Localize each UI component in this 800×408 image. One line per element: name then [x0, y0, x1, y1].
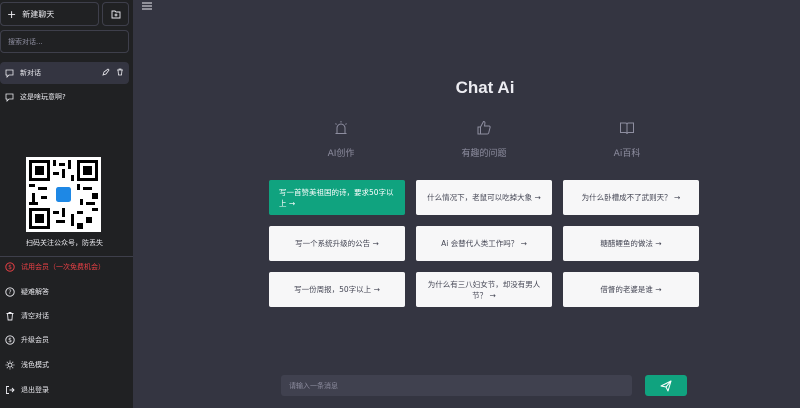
page-title: Chat Ai: [455, 78, 515, 97]
new-chat-button[interactable]: + 新建聊天: [0, 2, 99, 26]
category-label: 有趣的问题: [461, 149, 507, 159]
chat-bubble-icon: [5, 93, 14, 102]
menu-label: 清空对话: [21, 312, 49, 320]
svg-text:?: ?: [8, 289, 11, 296]
thumbs-up-icon: [477, 120, 491, 135]
folder-plus-icon: [111, 10, 120, 18]
trash-icon[interactable]: [116, 68, 124, 76]
message-input[interactable]: 请输入一条消息: [281, 375, 632, 396]
prompt-card[interactable]: 写一首赞美祖国的诗，要求50字以上 →: [269, 180, 405, 215]
category-label: AI创作: [327, 149, 355, 159]
new-chat-label: 新建聊天: [22, 9, 55, 19]
prompt-card[interactable]: 写一个系统升级的公告 →: [269, 226, 405, 261]
chat-bubble-icon: [5, 69, 14, 78]
category-ai-encyclopedia: Ai百科: [567, 120, 687, 159]
plus-icon: +: [7, 7, 17, 21]
menu-label: 升级会员: [21, 336, 49, 344]
svg-text:$: $: [8, 337, 12, 344]
category-ai-creation: AI创作: [281, 120, 401, 159]
edit-icon[interactable]: [102, 68, 110, 76]
prompt-card[interactable]: 什么情况下，老鼠可以吃掉大象 →: [416, 180, 552, 215]
qr-code-image: [26, 157, 101, 232]
send-button[interactable]: [645, 375, 687, 396]
new-folder-button[interactable]: [102, 2, 129, 26]
upgrade-membership-button[interactable]: $ 升级会员: [0, 329, 133, 351]
category-label: Ai百科: [613, 149, 641, 159]
prompt-card[interactable]: 为什么卧槽成不了武则天？ →: [563, 180, 699, 215]
alarm-light-icon: [335, 121, 347, 134]
sidebar: + 新建聊天 搜索对话... 新对话 这是啥玩意啊? 扫码关注公众号，防丢失 $…: [0, 0, 133, 408]
trial-membership-button[interactable]: $ 试用会员（一次免费机会）: [0, 256, 133, 278]
conversation-title: 这是啥玩意啊?: [20, 93, 66, 101]
clear-conversations-button[interactable]: 清空对话: [0, 305, 133, 327]
dollar-circle-icon: $: [5, 335, 15, 345]
prompt-card[interactable]: 为什么有三八妇女节，却没有男人节？ →: [416, 272, 552, 307]
trash-icon: [5, 311, 15, 321]
conversation-title: 新对话: [20, 69, 41, 77]
send-icon: [660, 380, 672, 391]
sun-icon: [5, 360, 15, 370]
logout-button[interactable]: 退出登录: [0, 379, 133, 401]
logout-icon: [5, 385, 15, 395]
menu-label: 疑难解答: [21, 288, 49, 296]
prompt-card[interactable]: Ai 会替代人类工作吗？ →: [416, 226, 552, 261]
help-button[interactable]: ? 疑难解答: [0, 281, 133, 303]
menu-label: 试用会员（一次免费机会）: [21, 263, 105, 271]
book-icon: [620, 122, 634, 135]
svg-text:$: $: [8, 264, 12, 271]
question-circle-icon: ?: [5, 287, 15, 297]
search-input[interactable]: 搜索对话...: [0, 30, 129, 53]
prompt-card[interactable]: 借督的老婆是谁 →: [563, 272, 699, 307]
dollar-circle-icon: $: [5, 262, 15, 272]
menu-label: 浅色模式: [21, 361, 49, 369]
category-interesting-questions: 有趣的问题: [424, 120, 544, 159]
qr-caption: 扫码关注公众号，防丢失: [26, 239, 103, 247]
light-mode-button[interactable]: 浅色模式: [0, 354, 133, 376]
prompt-card[interactable]: 糖醋鲤鱼的做法 →: [563, 226, 699, 261]
menu-label: 退出登录: [21, 386, 49, 394]
prompt-card[interactable]: 写一份周报，50字以上 →: [269, 272, 405, 307]
menu-icon[interactable]: [141, 1, 153, 11]
conversation-item[interactable]: 这是啥玩意啊?: [0, 86, 129, 108]
conversation-item[interactable]: 新对话: [0, 62, 129, 84]
